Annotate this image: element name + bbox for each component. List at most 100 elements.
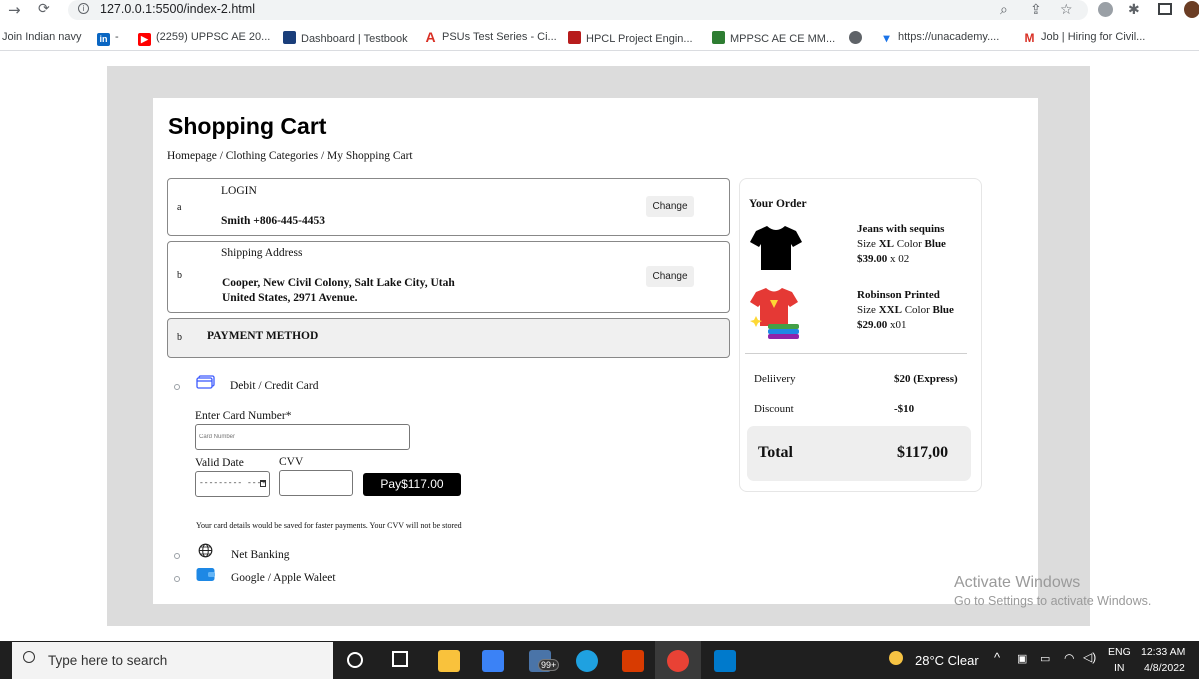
bookmark-label: (2259) UPPSC AE 20... [156, 31, 271, 43]
wallet-icon [196, 568, 215, 581]
total-value: $117,00 [897, 444, 949, 461]
pay-button[interactable]: Pay$117.00 [363, 473, 461, 496]
delivery-label: Deliivery [754, 373, 796, 385]
clock-time[interactable]: 12:33 AM [1141, 646, 1185, 658]
mppsc-icon [712, 31, 725, 44]
clock-date[interactable]: 4/8/2022 [1144, 662, 1185, 674]
reload-icon[interactable]: ⟳ [38, 1, 50, 17]
globe-icon [849, 31, 862, 44]
order-item-attributes: Size XXL Color Blue [857, 304, 954, 316]
vscode-icon[interactable] [714, 650, 736, 672]
bookmark-star-icon[interactable]: ☆ [1060, 2, 1073, 18]
item-qty: x 02 [890, 253, 910, 265]
file-explorer-icon[interactable] [438, 650, 460, 672]
wallet-option-label[interactable]: Google / Apple Waleet [231, 572, 336, 584]
language-indicator[interactable]: ENG [1108, 646, 1131, 658]
color-label: Color [904, 304, 930, 316]
side-panel-icon[interactable] [1158, 3, 1172, 15]
zoom-icon[interactable]: ⌕ [1000, 2, 1008, 18]
valid-date-label: Valid Date [195, 457, 244, 469]
meet-now-icon[interactable]: ▣ [1017, 652, 1027, 665]
address-bar[interactable]: i 127.0.0.1:5500/index-2.html [68, 0, 1088, 20]
shipping-address-line2: United States, 2971 Avenue. [222, 292, 358, 304]
bookmark-job-hiring[interactable]: M Job | Hiring for Civil... [1023, 31, 1145, 45]
netbanking-option-label[interactable]: Net Banking [231, 549, 289, 561]
color-value: Blue [932, 304, 954, 316]
extensions-puzzle-icon[interactable]: ✱ [1128, 2, 1140, 18]
card-number-label: Enter Card Number* [195, 410, 292, 422]
item-qty: x01 [890, 319, 907, 331]
login-change-button[interactable]: Change [646, 196, 694, 217]
profile-avatar[interactable] [1184, 1, 1199, 18]
bookmark-unacademy[interactable]: ▾ https://unacademy.... [880, 31, 999, 45]
bookmark-label: Join Indian navy [2, 31, 82, 43]
mail-badge: 99+ [538, 659, 560, 671]
bookmark-testbook[interactable]: Dashboard | Testbook [283, 31, 408, 45]
delivery-value: $20 (Express) [894, 373, 958, 385]
weather-text[interactable]: 28°C Clear [915, 653, 979, 668]
bookmark-mppsc[interactable]: MPPSC AE CE MM... [712, 31, 835, 45]
bookmark-label: https://unacademy.... [898, 31, 1000, 43]
a-logo-icon: A [424, 29, 437, 45]
size-value: XL [878, 238, 894, 250]
volume-icon[interactable]: ◁) [1083, 650, 1096, 664]
weather-moon-icon[interactable] [889, 651, 903, 665]
shipping-change-button[interactable]: Change [646, 266, 694, 287]
shipping-heading: Shipping Address [221, 247, 303, 259]
search-icon [23, 651, 35, 663]
shipping-address-line1: Cooper, New Civil Colony, Salt Lake City… [222, 277, 455, 289]
total-label: Total [758, 444, 793, 461]
taskbar-search[interactable]: Type here to search [12, 642, 333, 679]
card-radio[interactable] [174, 384, 180, 390]
wifi-icon[interactable]: ◠ [1064, 651, 1074, 665]
bookmark-youtube[interactable]: ▶ (2259) UPPSC AE 20... [138, 31, 270, 46]
item-price: $29.00 [857, 319, 888, 331]
valid-date-input[interactable]: --------- ---- [195, 471, 270, 497]
grammarly-extension-icon[interactable] [1098, 2, 1113, 17]
bookmark-label: MPPSC AE CE MM... [730, 33, 836, 45]
card-option-label[interactable]: Debit / Credit Card [230, 380, 318, 392]
cortana-icon[interactable] [347, 652, 363, 668]
cvv-input[interactable] [279, 470, 353, 496]
wallet-radio[interactable] [174, 576, 180, 582]
activate-windows-subtitle[interactable]: Go to Settings to activate Windows. [954, 594, 1151, 608]
size-value: XXL [878, 304, 902, 316]
tshirt-black-icon [750, 226, 802, 270]
bookmark-linkedin[interactable]: in - [97, 31, 119, 46]
chrome-icon[interactable] [667, 650, 689, 672]
task-view-icon[interactable] [392, 651, 408, 667]
discount-value: -$10 [894, 403, 915, 415]
login-step-marker: a [177, 202, 182, 213]
site-info-icon[interactable]: i [78, 3, 89, 14]
order-item-attributes: Size XL Color Blue [857, 238, 946, 250]
order-heading: Your Order [749, 198, 807, 210]
share-icon[interactable]: ⇪ [1030, 2, 1042, 18]
breadcrumb[interactable]: Homepage / Clothing Categories / My Shop… [167, 150, 413, 162]
microsoft-store-icon[interactable] [482, 650, 504, 672]
size-label: Size [857, 238, 876, 250]
order-item-price-row: $29.00 x01 [857, 319, 907, 331]
bookmark-hpcl[interactable]: HPCL Project Engin... [568, 31, 693, 45]
battery-icon[interactable]: ▭ [1040, 652, 1050, 665]
calendar-icon[interactable] [260, 480, 266, 487]
item-price: $39.00 [857, 253, 888, 265]
cvv-label: CVV [279, 456, 304, 468]
card-save-note: Your card details would be saved for fas… [196, 521, 462, 530]
order-item-price-row: $39.00 x 02 [857, 253, 909, 265]
bookmark-join-indian-navy[interactable]: Join Indian navy [2, 31, 82, 43]
region-indicator[interactable]: IN [1114, 662, 1125, 674]
show-hidden-icons-icon[interactable]: ^ [994, 650, 1000, 665]
size-label: Size [857, 304, 876, 316]
shipping-step-marker: b [177, 270, 182, 281]
netbanking-radio[interactable] [174, 553, 180, 559]
edge-icon[interactable] [576, 650, 598, 672]
discount-label: Discount [754, 403, 794, 415]
office-icon[interactable] [622, 650, 644, 672]
card-number-input[interactable] [195, 424, 410, 450]
bookmark-psus[interactable]: A PSUs Test Series - Ci... [424, 29, 557, 45]
taskbar-search-placeholder: Type here to search [48, 653, 168, 668]
credit-card-icon [196, 375, 215, 389]
bookmark-globe[interactable] [849, 31, 867, 45]
back-icon[interactable]: → [8, 1, 21, 19]
gmail-icon: M [1023, 31, 1036, 45]
